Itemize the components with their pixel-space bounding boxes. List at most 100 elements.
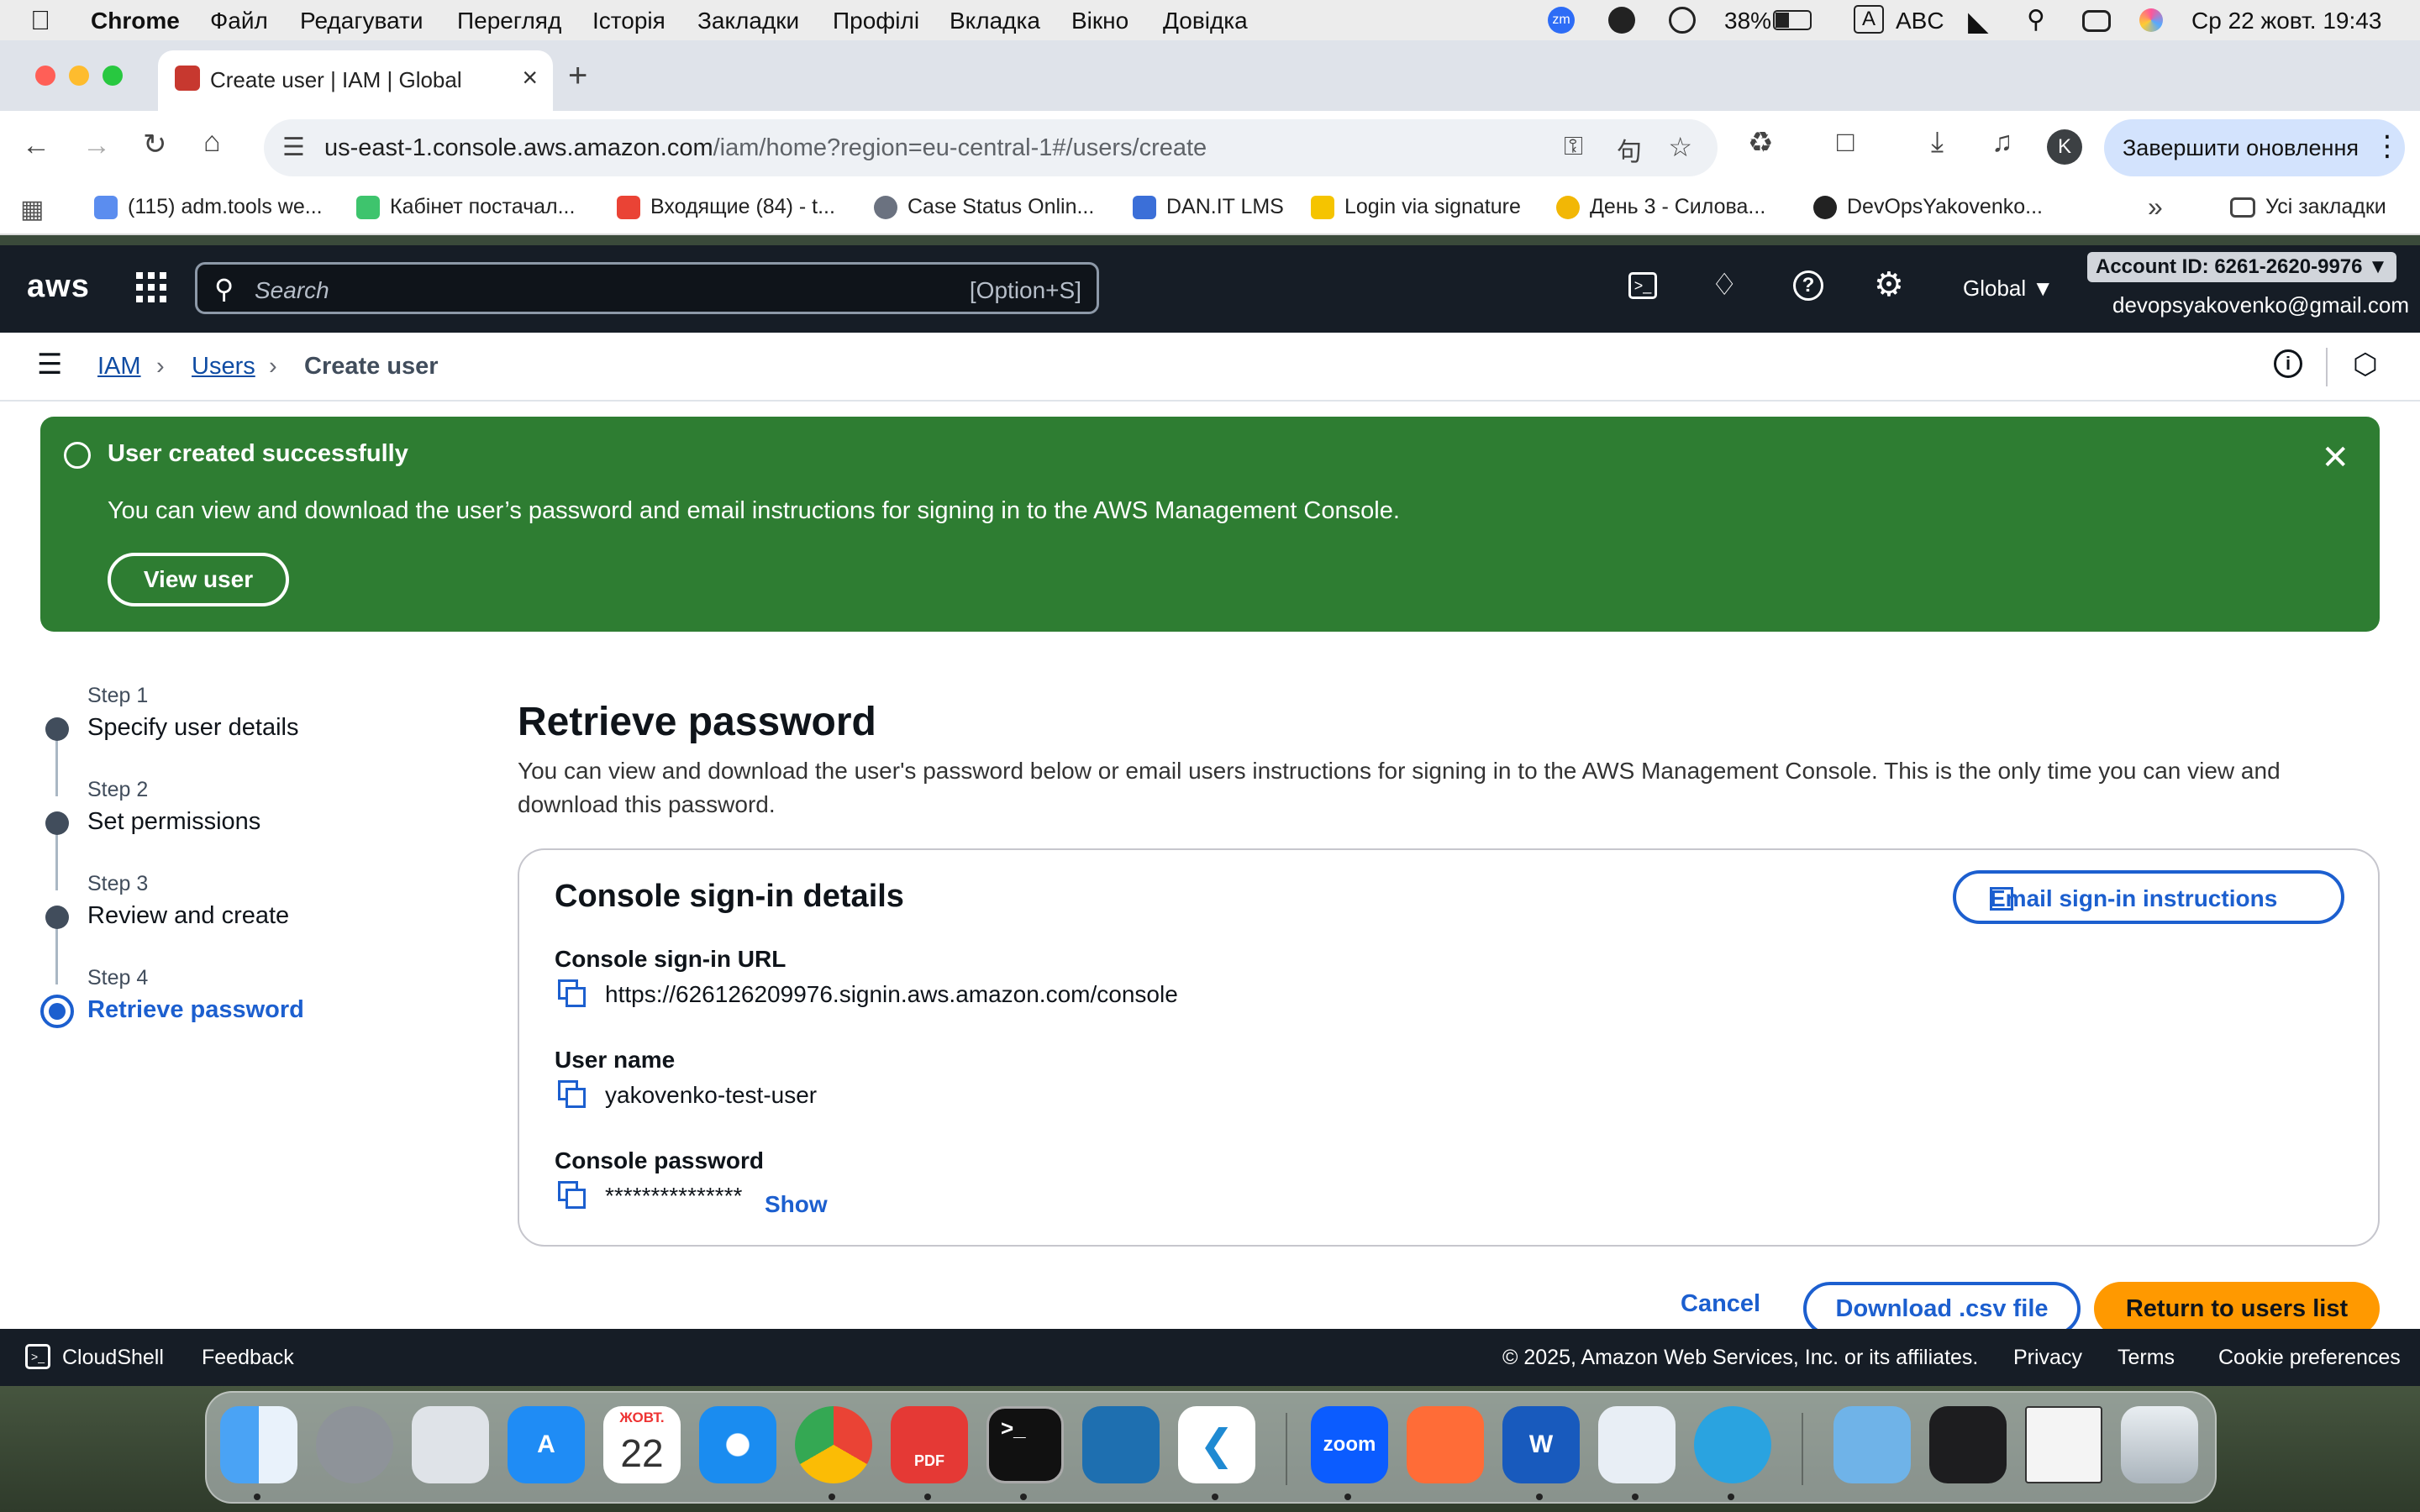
copy-icon[interactable] — [558, 1080, 587, 1109]
chrome-icon[interactable] — [795, 1406, 872, 1483]
document-thumbnail[interactable] — [2025, 1406, 2102, 1483]
feedback-link[interactable]: Feedback — [202, 1346, 294, 1370]
trash-icon[interactable] — [2121, 1406, 2198, 1483]
media-controls-icon[interactable]: ♫ — [1991, 126, 2013, 159]
menu-datetime[interactable]: Ср 22 жовт. 19:43 — [2191, 8, 2381, 34]
back-arrow-icon[interactable]: ← — [22, 129, 50, 162]
email-sign-in-instructions-button[interactable]: Email sign-in instructions — [1953, 870, 2344, 924]
settings-gear-icon[interactable]: ⚙ — [1874, 265, 1904, 304]
play-icon[interactable] — [1669, 7, 1696, 34]
telegram-icon[interactable] — [1694, 1406, 1771, 1483]
bookmark-item[interactable]: Login via signature — [1311, 195, 1521, 219]
copy-icon[interactable] — [558, 979, 587, 1008]
menu-bookmarks[interactable]: Закладки — [697, 8, 799, 34]
privacy-link[interactable]: Privacy — [2013, 1346, 2082, 1370]
menu-view[interactable]: Перегляд — [457, 8, 561, 34]
cancel-button[interactable]: Cancel — [1681, 1290, 1760, 1318]
input-source-label[interactable]: ABC — [1896, 8, 1944, 34]
siri-icon[interactable] — [2139, 8, 2163, 32]
notifications-bell-icon[interactable]: ♢ — [1711, 267, 1738, 302]
aws-search-input[interactable]: ⚲ Search [Option+S] — [195, 262, 1099, 314]
dismiss-close-icon[interactable]: ✕ — [2321, 438, 2349, 477]
hamburger-menu-icon[interactable]: ☰ — [37, 348, 62, 381]
menu-window[interactable]: Вікно — [1071, 8, 1128, 34]
bookmark-item[interactable]: Входящие (84) - t... — [617, 195, 835, 219]
menu-profiles[interactable]: Профілі — [833, 8, 919, 34]
zoom-app-icon[interactable]: zoom — [1311, 1406, 1388, 1483]
bookmark-item[interactable]: DevOpsYakovenko... — [1813, 195, 2043, 219]
help-icon[interactable]: ? — [1793, 270, 1823, 301]
bookmark-item[interactable]: DAN.IT LMS — [1133, 195, 1284, 219]
all-bookmarks[interactable]: Усі закладки — [2230, 195, 2386, 219]
system-settings-icon[interactable] — [316, 1406, 393, 1483]
vscode-icon[interactable]: ❮ — [1178, 1406, 1255, 1483]
location-icon[interactable] — [1608, 7, 1635, 34]
menu-file[interactable]: Файл — [210, 8, 268, 34]
pdf-expert-icon[interactable]: PDF — [891, 1406, 968, 1483]
bookmark-star-icon[interactable]: ☆ — [1668, 131, 1692, 163]
address-bar[interactable]: ☰ us-east-1.console.aws.amazon.com/iam/h… — [264, 119, 1718, 176]
cloudshell-link[interactable]: CloudShell — [62, 1346, 164, 1370]
return-to-users-list-button[interactable]: Return to users list — [2094, 1282, 2380, 1336]
more-bookmarks-icon[interactable]: » — [2148, 192, 2163, 223]
reload-icon[interactable]: ↻ — [143, 128, 167, 161]
breadcrumb-users[interactable]: Users — [192, 353, 255, 381]
home-icon[interactable]: ⌂ — [203, 126, 221, 159]
site-info-icon[interactable]: ☰ — [282, 133, 305, 162]
input-source-letter[interactable]: A — [1854, 5, 1884, 34]
breadcrumb-iam[interactable]: IAM — [97, 353, 141, 381]
keychain-icon[interactable] — [1598, 1406, 1676, 1483]
apple-icon[interactable]:  — [30, 5, 50, 36]
region-selector[interactable]: Global ▼ — [1963, 276, 2054, 302]
bookmark-item[interactable]: Кабінет постачал... — [356, 195, 575, 219]
menu-tab[interactable]: Вкладка — [950, 8, 1040, 34]
cloudshell-icon[interactable]: >_ — [1628, 272, 1657, 299]
word-icon[interactable]: W — [1502, 1406, 1580, 1483]
finder-icon[interactable] — [220, 1406, 297, 1483]
bookmark-item[interactable]: День 3 - Силова... — [1556, 195, 1765, 219]
account-email[interactable]: devopsyakovenko@gmail.com — [2112, 292, 2409, 318]
zoom-window-button[interactable] — [103, 66, 123, 86]
profile-avatar[interactable]: K — [2047, 129, 2082, 165]
browser-tab-active[interactable]: Create user | IAM | Global × — [158, 50, 553, 111]
spotlight-search-icon[interactable]: ⚲ — [2027, 5, 2045, 34]
show-password-button[interactable]: Show — [765, 1191, 828, 1218]
menu-help[interactable]: Довідка — [1163, 8, 1248, 34]
services-menu-icon[interactable] — [136, 272, 166, 302]
step-label[interactable]: Set permissions — [87, 808, 260, 836]
terms-link[interactable]: Terms — [2118, 1346, 2175, 1370]
downloads-icon[interactable]: ⤓ — [1931, 126, 1944, 159]
terminal-window-thumbnail[interactable] — [1929, 1406, 2007, 1483]
bookmark-item[interactable]: Case Status Onlin... — [874, 195, 1094, 219]
tab-close-icon[interactable]: × — [522, 62, 538, 93]
more-menu-icon[interactable]: ⋮ — [2373, 129, 2402, 163]
menu-app-name[interactable]: Chrome — [91, 8, 180, 34]
safari-icon[interactable] — [699, 1406, 776, 1483]
calendar-icon[interactable]: ЖОВТ. 22 — [603, 1406, 681, 1483]
bookmark-item[interactable]: (115) adm.tools we... — [94, 195, 323, 219]
finish-update-button[interactable]: Завершити оновлення ⋮ — [2104, 119, 2405, 176]
menu-history[interactable]: Історія — [592, 8, 666, 34]
step-label[interactable]: Review and create — [87, 902, 289, 930]
close-window-button[interactable] — [35, 66, 55, 86]
cookie-preferences-link[interactable]: Cookie preferences — [2218, 1346, 2401, 1370]
translate-icon[interactable]: 句 — [1617, 131, 1642, 168]
launchpad-icon[interactable] — [412, 1406, 489, 1483]
control-center-icon[interactable] — [2082, 10, 2111, 32]
virtualbox-icon[interactable] — [1082, 1406, 1160, 1483]
tab-search-icon[interactable]: □ — [1837, 126, 1854, 159]
postman-icon[interactable] — [1407, 1406, 1484, 1483]
download-csv-button[interactable]: Download .csv file — [1803, 1282, 2081, 1336]
aws-logo[interactable]: aws — [27, 269, 90, 305]
wifi-icon[interactable]: ◣ — [1968, 5, 1989, 37]
security-hexagon-icon[interactable]: ⬡ — [2353, 348, 2378, 381]
menu-edit[interactable]: Редагувати — [300, 8, 424, 34]
forward-arrow-icon[interactable]: → — [82, 129, 111, 162]
minimize-window-button[interactable] — [69, 66, 89, 86]
battery-icon[interactable] — [1773, 10, 1812, 30]
new-tab-button[interactable]: + — [568, 57, 587, 95]
app-store-icon[interactable]: A — [508, 1406, 585, 1483]
downloads-folder-icon[interactable] — [1833, 1406, 1911, 1483]
account-menu[interactable]: Account ID: 6261-2620-9976 ▼ — [2087, 252, 2396, 282]
cloudshell-footer-icon[interactable]: >_ — [25, 1344, 50, 1369]
